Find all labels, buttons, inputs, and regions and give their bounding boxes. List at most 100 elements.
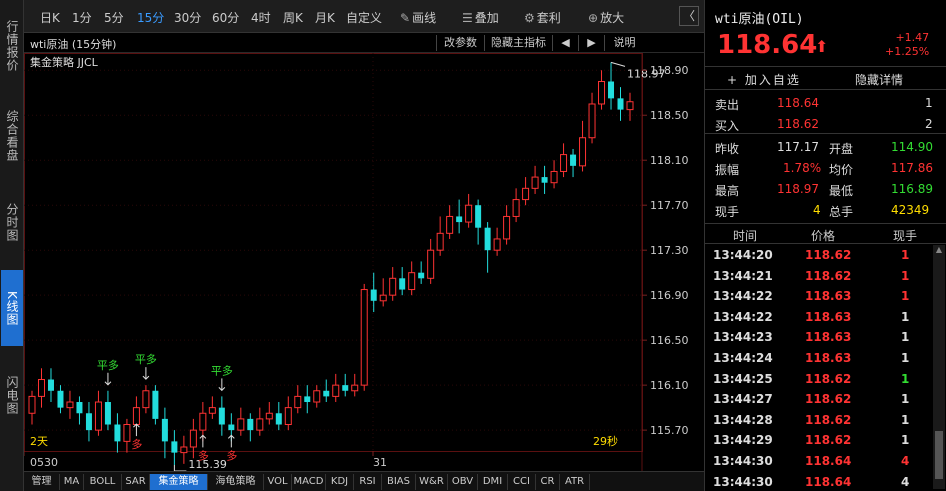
tick-qty: 1 — [901, 248, 910, 262]
tick-price: 118.62 — [805, 268, 852, 283]
view-tab-3[interactable]: K线图 — [1, 270, 23, 346]
y-tick-label: 118.10 — [650, 154, 689, 167]
hide-main-indicator-button[interactable]: 隐藏主指标 — [484, 35, 552, 51]
arbitrage-button[interactable]: ⚙ 套利 — [524, 9, 561, 26]
tick-time: 13:44:30 — [713, 474, 773, 489]
left-view-tabs: 行情报价综合看盘分时图 K线图闪电图 — [0, 0, 24, 491]
tick-price: 118.62 — [805, 371, 852, 386]
candle-body — [522, 187, 530, 201]
tick-qty: 1 — [901, 309, 910, 324]
tick-row: 13:44:21 118.62 1 — [705, 266, 933, 287]
view-tab-2[interactable]: 分时图 — [1, 186, 23, 258]
candle-body — [37, 379, 45, 397]
y-tick-label: 118.50 — [650, 109, 689, 122]
period-tab-2[interactable]: 5分 — [104, 9, 124, 26]
indicator-tabs: 管理 MA BOLL SAR 集金策略 海龟策略 VOL MACD KDJ RSI BIAS W&R O… — [24, 471, 704, 491]
indicator-tab-11[interactable]: W&R — [416, 474, 448, 490]
candlestick-chart[interactable]: 118.97115.39平多 平多平多多多多 118.90118.50118.10… — [24, 53, 704, 471]
indicator-tab-16[interactable]: ATR — [560, 474, 590, 490]
tick-price: 118.64 — [805, 474, 852, 489]
left-note: 2天 — [30, 435, 48, 448]
candle-body — [237, 418, 245, 431]
candle-body — [47, 379, 54, 391]
tick-time: 13:44:30 — [713, 454, 773, 468]
draw-line-button[interactable]: ✎ 画线 — [400, 9, 436, 26]
candle-body — [541, 177, 548, 183]
period-tab-8[interactable]: 月K — [315, 9, 335, 26]
edit-params-button[interactable]: 改参数 — [436, 35, 484, 51]
tick-time: 13:44:22 — [713, 309, 773, 324]
hide-detail-button[interactable]: 隐藏详情 — [855, 71, 903, 88]
ticks-scrollbar[interactable]: ▲ — [933, 245, 945, 489]
candle-body — [189, 429, 197, 448]
buy-row: 买入 118.62 2 — [705, 113, 946, 134]
candle-body — [427, 249, 435, 279]
help-button[interactable]: 说明 — [604, 35, 644, 51]
period-tab-3[interactable]: 15分 — [137, 9, 164, 26]
candle-body — [379, 294, 387, 302]
collapse-button[interactable]: 〈 — [679, 6, 699, 26]
indicator-tab-5[interactable]: 海龟策略 — [208, 474, 264, 490]
zoom-button[interactable]: ⊕ 放大 — [588, 9, 624, 26]
tick-time: 13:44:23 — [713, 330, 773, 345]
scroll-right-button[interactable]: ▶ — [578, 35, 604, 51]
scroll-left-button[interactable]: ◀ — [552, 35, 578, 51]
period-tab-9[interactable]: 自定义 — [346, 9, 382, 26]
scroll-thumb[interactable] — [935, 431, 943, 479]
indicator-tab-8[interactable]: KDJ — [326, 474, 354, 490]
period-tab-6[interactable]: 4时 — [251, 9, 271, 26]
tick-price: 118.63 — [805, 309, 852, 324]
tick-row: 13:44:30 118.64 4 — [705, 451, 933, 472]
y-tick-label: 115.70 — [650, 424, 689, 437]
period-tab-7[interactable]: 周K — [283, 9, 303, 26]
view-tab-0[interactable]: 行情报价 — [1, 6, 23, 86]
indicator-tab-9[interactable]: RSI — [354, 474, 382, 490]
period-tab-1[interactable]: 1分 — [72, 9, 92, 26]
candle-body — [608, 81, 615, 99]
period-tab-4[interactable]: 30分 — [174, 9, 201, 26]
y-tick-label: 116.10 — [650, 379, 689, 392]
indicator-tab-1[interactable]: MA — [60, 474, 84, 490]
tick-row: 13:44:23 118.63 1 — [705, 327, 933, 348]
period-tab-0[interactable]: 日K — [40, 9, 60, 26]
close-signal-label: 平多 — [97, 358, 119, 372]
indicator-tab-4[interactable]: 集金策略 — [150, 474, 208, 490]
candle-body — [332, 384, 340, 397]
candle-body — [342, 385, 349, 391]
candle-body — [284, 407, 292, 426]
y-tick-label: 117.30 — [650, 244, 689, 257]
candle-body — [503, 215, 511, 240]
indicator-tab-14[interactable]: CCI — [508, 474, 536, 490]
indicator-tab-6[interactable]: VOL — [264, 474, 292, 490]
tick-price: 118.62 — [805, 392, 852, 407]
view-tab-4[interactable]: 闪电图 — [1, 356, 23, 434]
tick-time: 13:44:25 — [713, 371, 773, 386]
indicator-tab-3[interactable]: SAR — [122, 474, 150, 490]
indicator-tab-12[interactable]: OBV — [448, 474, 478, 490]
tick-row: 13:44:28 118.62 1 — [705, 410, 933, 431]
indicator-tab-7[interactable]: MACD — [292, 474, 326, 490]
instrument-title: wti原油(OIL) — [715, 12, 804, 27]
period-tab-5[interactable]: 60分 — [212, 9, 239, 26]
indicator-tab-15[interactable]: CR — [536, 474, 560, 490]
add-watchlist-button[interactable]: + 加入自选 — [727, 71, 801, 88]
scroll-up-icon[interactable]: ▲ — [933, 245, 945, 257]
tick-time: 13:44:20 — [713, 248, 773, 262]
tick-qty: 1 — [901, 371, 910, 386]
view-tab-1[interactable]: 综合看盘 — [1, 96, 23, 176]
indicator-tab-10[interactable]: BIAS — [382, 474, 416, 490]
tick-price: 118.63 — [805, 289, 852, 304]
tick-qty: 4 — [901, 454, 910, 468]
indicator-tab-2[interactable]: BOLL — [84, 474, 122, 490]
indicator-tab-13[interactable]: DMI — [478, 474, 508, 490]
indicator-tab-0[interactable]: 管理 — [24, 474, 60, 490]
tick-row: 13:44:29 118.62 1 — [705, 430, 933, 451]
x-tick-label: 0530 — [30, 456, 58, 469]
change-value: +1.47 — [895, 31, 930, 44]
candle-body — [493, 238, 501, 251]
tick-row: 13:44:22 118.63 1 — [705, 307, 933, 328]
candles — [28, 62, 634, 465]
tick-time: 13:44:27 — [713, 392, 773, 407]
candle-body — [94, 401, 102, 431]
overlay-button[interactable]: ☰ 叠加 — [462, 9, 499, 26]
